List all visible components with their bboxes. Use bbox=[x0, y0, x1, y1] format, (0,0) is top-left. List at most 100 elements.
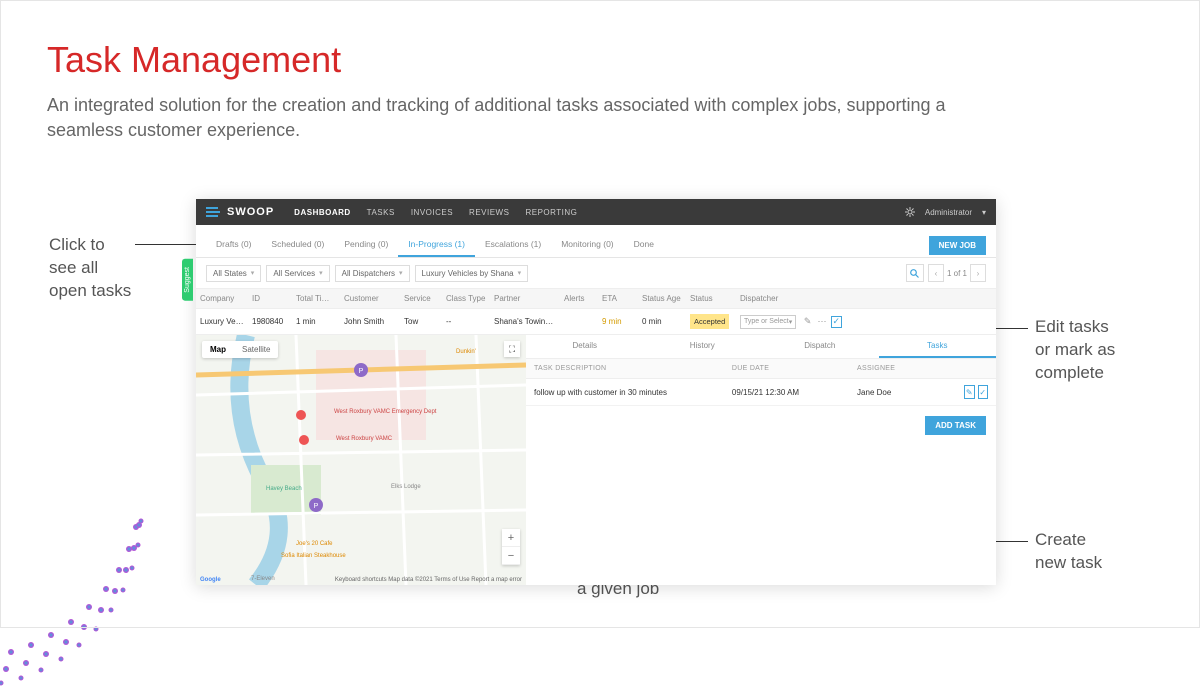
sort-icon: ▴ bbox=[335, 294, 339, 303]
detail-tab-tasks[interactable]: Tasks bbox=[879, 335, 997, 358]
page-subtitle: An integrated solution for the creation … bbox=[1, 93, 1051, 163]
feedback-tab[interactable]: Suggest bbox=[182, 259, 193, 301]
detail-tab-dispatch[interactable]: Dispatch bbox=[761, 335, 879, 358]
map-canvas: P P West Roxbury VAMC Emergency Dept Wes… bbox=[196, 335, 526, 585]
task-col-due: DUE DATE bbox=[724, 359, 849, 378]
map-credit-terms: Keyboard shortcuts Map data ©2021 Terms … bbox=[335, 577, 522, 583]
filter-states[interactable]: All States▾ bbox=[206, 265, 261, 282]
col-dispatcher[interactable]: Dispatcher bbox=[736, 289, 798, 308]
task-row[interactable]: follow up with customer in 30 minutes 09… bbox=[526, 379, 996, 406]
tab-pending[interactable]: Pending (0) bbox=[334, 233, 398, 257]
tab-drafts[interactable]: Drafts (0) bbox=[206, 233, 261, 257]
map-toggle-map[interactable]: Map bbox=[202, 341, 234, 358]
filter-services[interactable]: All Services▾ bbox=[266, 265, 329, 282]
map-toggle-satellite[interactable]: Satellite bbox=[234, 341, 278, 358]
nav-reporting[interactable]: REPORTING bbox=[525, 208, 577, 217]
cell-time: 1 min bbox=[292, 312, 340, 331]
cell-company: Luxury Veh… bbox=[196, 312, 248, 331]
nav-dashboard[interactable]: DASHBOARD bbox=[294, 208, 351, 217]
col-id[interactable]: ID bbox=[248, 289, 292, 308]
filter-company[interactable]: Luxury Vehicles by Shana▾ bbox=[415, 265, 529, 282]
tab-done[interactable]: Done bbox=[624, 233, 664, 257]
app-window: Suggest SWOOP DASHBOARD TASKS INVOICES R… bbox=[196, 199, 996, 585]
logo-icon bbox=[206, 206, 224, 218]
cell-dispatcher: Type or Select▾ bbox=[736, 310, 798, 334]
task-col-desc: TASK DESCRIPTION bbox=[526, 359, 724, 378]
tab-in-progress[interactable]: In-Progress (1) bbox=[398, 233, 475, 257]
edit-icon[interactable]: ✎ bbox=[802, 316, 813, 328]
cell-eta: 9 min bbox=[598, 312, 638, 331]
detail-tab-details[interactable]: Details bbox=[526, 335, 644, 358]
add-task-button[interactable]: ADD TASK bbox=[925, 416, 986, 435]
task-desc: follow up with customer in 30 minutes bbox=[526, 382, 724, 403]
detail-pane: Details History Dispatch Tasks TASK DESC… bbox=[526, 335, 996, 585]
map-toggle: Map Satellite bbox=[202, 341, 278, 358]
search-icon bbox=[910, 269, 919, 278]
logo-text: SWOOP bbox=[227, 206, 274, 218]
annotation-edit-tasks: Edit tasks or mark as complete bbox=[1035, 316, 1115, 385]
task-complete-button[interactable]: ✓ bbox=[978, 385, 989, 399]
zoom-out-button[interactable]: − bbox=[502, 547, 520, 565]
nav-invoices[interactable]: INVOICES bbox=[411, 208, 453, 217]
table-row[interactable]: Luxury Veh… 1980840 1 min John Smith Tow… bbox=[196, 309, 996, 335]
task-col-assignee: ASSIGNEE bbox=[849, 359, 956, 378]
col-customer[interactable]: Customer bbox=[340, 289, 400, 308]
pager-next[interactable]: › bbox=[970, 264, 986, 282]
task-due: 09/15/21 12:30 AM bbox=[724, 382, 849, 403]
col-service[interactable]: Service bbox=[400, 289, 442, 308]
dispatcher-select[interactable]: Type or Select▾ bbox=[740, 315, 796, 329]
gear-icon[interactable] bbox=[905, 207, 915, 217]
svg-text:Joe's 20 Cafe: Joe's 20 Cafe bbox=[296, 541, 333, 547]
status-badge: Accepted bbox=[690, 314, 729, 329]
user-label[interactable]: Administrator bbox=[925, 208, 972, 217]
task-assignee: Jane Doe bbox=[849, 382, 956, 403]
col-company[interactable]: Company bbox=[196, 289, 248, 308]
col-time[interactable]: Total Time ▴ bbox=[292, 289, 340, 308]
zoom-in-button[interactable]: + bbox=[502, 529, 520, 547]
tab-scheduled[interactable]: Scheduled (0) bbox=[261, 233, 334, 257]
chevron-down-icon: ▾ bbox=[399, 269, 403, 277]
zoom-control: + − bbox=[502, 529, 520, 565]
map-pane[interactable]: Map Satellite ⛶ + − P P West Roxbury VAM… bbox=[196, 335, 526, 585]
search-button[interactable] bbox=[906, 264, 924, 282]
cell-service: Tow bbox=[400, 312, 442, 331]
pager-prev[interactable]: ‹ bbox=[928, 264, 944, 282]
cell-alerts bbox=[560, 317, 598, 327]
chevron-down-icon: ▾ bbox=[319, 269, 323, 277]
page-title: Task Management bbox=[1, 1, 1199, 93]
status-tabs: Drafts (0) Scheduled (0) Pending (0) In-… bbox=[196, 225, 996, 258]
tab-escalations[interactable]: Escalations (1) bbox=[475, 233, 551, 257]
chevron-down-icon[interactable]: ▾ bbox=[982, 208, 986, 217]
filter-dispatchers[interactable]: All Dispatchers▾ bbox=[335, 265, 410, 282]
svg-text:West Roxbury VAMC: West Roxbury VAMC bbox=[336, 436, 393, 442]
col-eta[interactable]: ETA bbox=[598, 289, 638, 308]
col-partner[interactable]: Partner bbox=[490, 289, 560, 308]
map-credits: Google Keyboard shortcuts Map data ©2021… bbox=[200, 577, 522, 583]
cell-age: 0 min bbox=[638, 312, 686, 331]
more-icon[interactable]: ⋯ bbox=[816, 316, 827, 328]
fullscreen-icon[interactable]: ⛶ bbox=[504, 341, 520, 357]
pager-text: 1 of 1 bbox=[947, 269, 967, 278]
svg-text:P: P bbox=[359, 368, 364, 375]
col-alerts[interactable]: Alerts bbox=[560, 289, 598, 308]
detail-tab-history[interactable]: History bbox=[644, 335, 762, 358]
new-job-button[interactable]: NEW JOB bbox=[929, 236, 986, 255]
annotation-open-tasks: Click to see all open tasks bbox=[49, 234, 131, 303]
svg-text:Sofia Italian Steakhouse: Sofia Italian Steakhouse bbox=[281, 553, 346, 559]
chevron-down-icon: ▾ bbox=[789, 318, 793, 326]
tab-monitoring[interactable]: Monitoring (0) bbox=[551, 233, 623, 257]
col-class[interactable]: Class Type bbox=[442, 289, 490, 308]
nav-reviews[interactable]: REVIEWS bbox=[469, 208, 509, 217]
chevron-down-icon: ▾ bbox=[251, 269, 255, 277]
app-header: SWOOP DASHBOARD TASKS INVOICES REVIEWS R… bbox=[196, 199, 996, 225]
logo: SWOOP bbox=[206, 206, 274, 218]
task-edit-button[interactable]: ✎ bbox=[964, 385, 975, 399]
jobs-table-header: Company ID Total Time ▴ Customer Service… bbox=[196, 288, 996, 309]
svg-text:West Roxbury VAMC Emergency De: West Roxbury VAMC Emergency Dept bbox=[334, 409, 437, 415]
col-age[interactable]: Status Age bbox=[638, 289, 686, 308]
svg-text:Havey Beach: Havey Beach bbox=[266, 486, 302, 492]
check-icon[interactable]: ✓ bbox=[831, 316, 842, 328]
cell-customer: John Smith bbox=[340, 312, 400, 331]
col-status[interactable]: Status bbox=[686, 289, 736, 308]
nav-tasks[interactable]: TASKS bbox=[367, 208, 395, 217]
